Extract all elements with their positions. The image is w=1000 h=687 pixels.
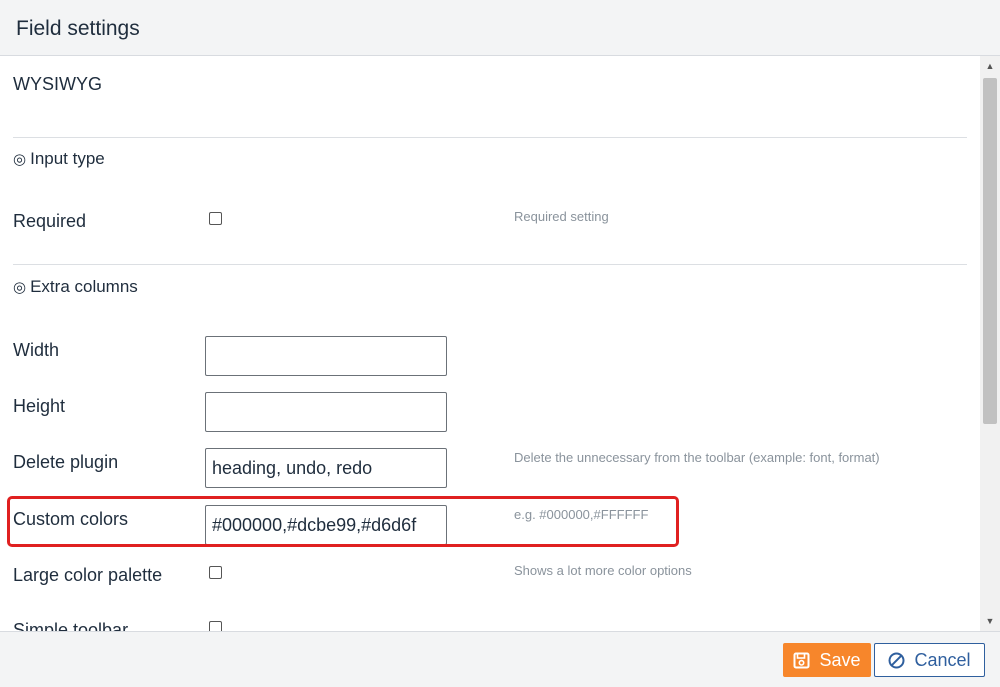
scroll-up-arrow-icon[interactable]: ▲ <box>980 58 1000 74</box>
dialog-body[interactable]: WYSIWYG ◎ Input type Required Required se… <box>0 56 980 631</box>
scroll-down-arrow-icon[interactable]: ▼ <box>980 613 1000 629</box>
simple-toolbar-checkbox[interactable] <box>209 621 222 631</box>
required-hint: Required setting <box>514 209 609 224</box>
simple-toolbar-label: Simple toolbar <box>13 620 129 631</box>
scrollbar-thumb[interactable] <box>983 78 997 424</box>
section-extra-columns: ◎ Extra columns <box>13 277 138 297</box>
save-button[interactable]: Save <box>783 643 871 677</box>
cancel-button[interactable]: Cancel <box>874 643 985 677</box>
height-label: Height <box>13 396 66 416</box>
custom-colors-highlight <box>7 496 679 547</box>
double-circle-icon: ◎ <box>13 151 27 168</box>
height-input[interactable] <box>205 392 447 432</box>
delete-plugin-hint: Delete the unnecessary from the toolbar … <box>514 450 880 465</box>
section-input-type-title: Input type <box>30 149 105 168</box>
section-extra-columns-title: Extra columns <box>30 277 138 296</box>
field-type-heading: WYSIWYG <box>13 74 102 94</box>
dialog-footer: Save Cancel <box>0 631 1000 687</box>
divider <box>13 137 967 138</box>
delete-plugin-input[interactable] <box>205 448 447 488</box>
double-circle-icon: ◎ <box>13 279 27 296</box>
ban-icon <box>888 652 905 669</box>
large-color-palette-label: Large color palette <box>13 565 163 585</box>
floppy-disk-icon <box>793 652 810 669</box>
cancel-button-label: Cancel <box>914 649 971 670</box>
dialog-header: Field settings <box>0 0 1000 56</box>
vertical-scrollbar[interactable]: ▲ ▼ <box>980 56 1000 631</box>
width-label: Width <box>13 340 60 360</box>
section-input-type: ◎ Input type <box>13 149 105 169</box>
save-button-label: Save <box>819 649 861 670</box>
divider <box>13 264 967 265</box>
large-color-palette-hint: Shows a lot more color options <box>514 563 692 578</box>
width-input[interactable] <box>205 336 447 376</box>
required-label: Required <box>13 211 87 231</box>
delete-plugin-label: Delete plugin <box>13 452 119 472</box>
large-color-palette-checkbox[interactable] <box>209 566 222 579</box>
dialog-title: Field settings <box>16 17 140 40</box>
required-checkbox[interactable] <box>209 212 222 225</box>
